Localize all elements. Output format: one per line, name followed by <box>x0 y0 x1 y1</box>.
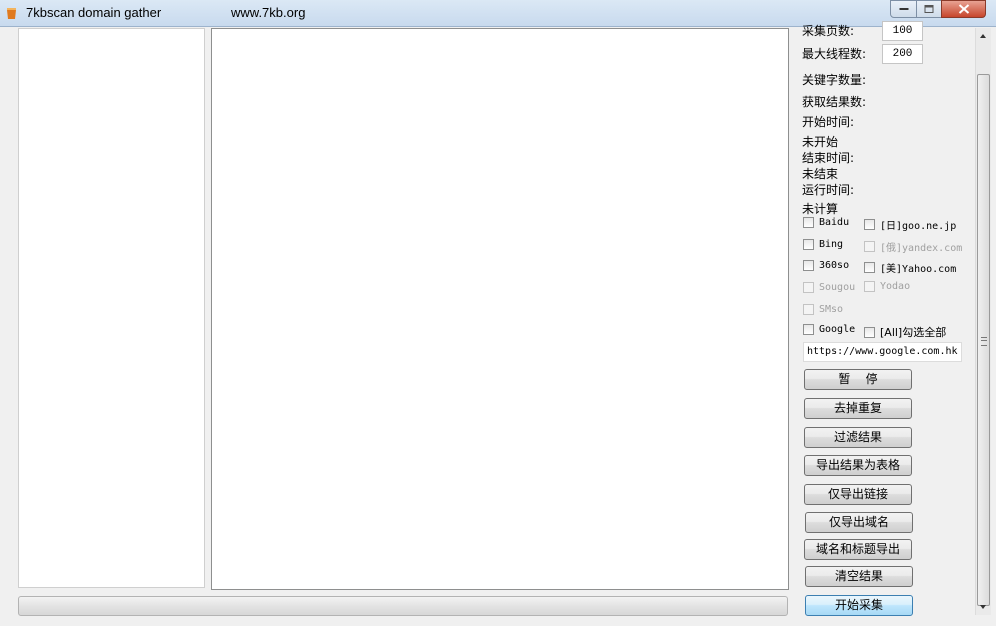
close-icon <box>958 4 969 14</box>
dedupe-button[interactable]: 去掉重复 <box>804 398 912 419</box>
maximize-icon <box>924 5 934 13</box>
engine-sougou-checkbox: Sougou <box>803 282 855 293</box>
pages-label: 采集页数: <box>802 24 855 38</box>
engine-360so-checkbox[interactable]: 360so <box>803 260 849 271</box>
checkbox-box <box>864 281 875 292</box>
filter-button[interactable]: 过滤结果 <box>804 427 912 448</box>
keyword-list-panel[interactable] <box>18 28 205 588</box>
google-url-input[interactable]: https://www.google.com.hk <box>803 342 962 362</box>
checkbox-box[interactable] <box>864 219 875 230</box>
export-table-button[interactable]: 导出结果为表格 <box>804 455 912 476</box>
run-time-label: 运行时间: <box>802 183 855 197</box>
result-count-label: 获取结果数: <box>802 95 867 109</box>
export-domain-title-button[interactable]: 域名和标题导出 <box>804 539 912 560</box>
minimize-icon <box>899 8 908 10</box>
checkbox-box[interactable] <box>864 262 875 273</box>
engine-goo-checkbox[interactable]: [日]goo.ne.jp <box>864 217 956 232</box>
checkbox-box <box>803 282 814 293</box>
checkbox-box <box>803 304 814 315</box>
scroll-down-icon[interactable] <box>978 602 988 612</box>
maximize-button[interactable] <box>916 0 942 18</box>
grip-icon <box>981 337 987 346</box>
threads-label: 最大线程数: <box>802 47 867 61</box>
app-icon <box>6 7 17 20</box>
pages-input[interactable]: 100 <box>882 21 923 41</box>
scrollbar-thumb[interactable] <box>977 74 990 606</box>
engine-google-checkbox[interactable]: Google <box>803 324 855 335</box>
vertical-scrollbar[interactable] <box>975 28 991 615</box>
start-button[interactable]: 开始采集 <box>805 595 913 616</box>
end-time-label: 结束时间: <box>802 151 855 165</box>
engine-bing-checkbox[interactable]: Bing <box>803 239 843 250</box>
checkbox-box[interactable] <box>864 326 875 338</box>
end-time-value: 未结束 <box>802 167 839 181</box>
checkbox-box[interactable] <box>803 239 814 250</box>
engine-yandex-checkbox: [俄]yandex.com <box>864 239 962 254</box>
checkbox-box[interactable] <box>803 217 814 228</box>
select-all-checkbox[interactable]: [All]勾选全部 <box>864 324 946 340</box>
scroll-up-icon[interactable] <box>978 31 988 41</box>
window-title-url: www.7kb.org <box>231 5 306 20</box>
pause-button[interactable]: 暂 停 <box>804 369 912 390</box>
run-time-value: 未计算 <box>802 202 839 216</box>
export-domains-button[interactable]: 仅导出域名 <box>805 512 913 533</box>
minimize-button[interactable] <box>890 0 917 18</box>
engine-yodao-checkbox: Yodao <box>864 281 910 292</box>
keyword-count-label: 关键字数量: <box>802 73 867 87</box>
export-links-button[interactable]: 仅导出链接 <box>804 484 912 505</box>
start-time-label: 开始时间: <box>802 115 855 129</box>
checkbox-box[interactable] <box>803 324 814 335</box>
close-button[interactable] <box>941 0 986 18</box>
engine-baidu-checkbox[interactable]: Baidu <box>803 217 849 228</box>
start-time-value: 未开始 <box>802 135 839 149</box>
window-title: 7kbscan domain gather <box>26 5 162 20</box>
results-panel[interactable] <box>211 28 789 590</box>
progress-bar <box>18 596 788 616</box>
engine-smso-checkbox: SMso <box>803 304 843 315</box>
checkbox-box <box>864 241 875 252</box>
engine-yahoo-checkbox[interactable]: [美]Yahoo.com <box>864 260 956 275</box>
checkbox-box[interactable] <box>803 260 814 271</box>
clear-results-button[interactable]: 清空结果 <box>805 566 913 587</box>
threads-input[interactable]: 200 <box>882 44 923 64</box>
